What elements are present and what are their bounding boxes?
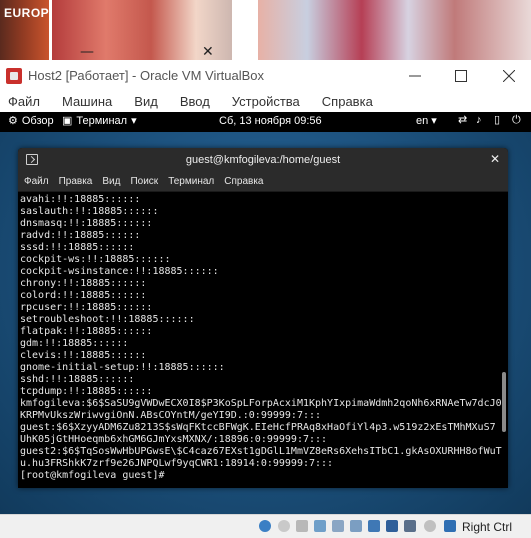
terminal-line: dnsmasq:!!:18885:::::: — [20, 218, 153, 229]
terminal-line: rpcuser:!!:18885:::::: — [20, 302, 153, 313]
app-menu-button[interactable]: ▣ Терминал ▾ — [62, 115, 137, 127]
display-icon[interactable] — [368, 520, 380, 532]
terminal-line: sshd:!!:18885:::::: — [20, 374, 135, 385]
term-menu-terminal[interactable]: Терминал — [168, 176, 214, 187]
term-menu-file[interactable]: Файл — [24, 176, 49, 187]
photo-thumbnail: — ✕ — [52, 0, 232, 60]
menu-file[interactable]: Файл — [8, 94, 40, 109]
recording-icon[interactable] — [386, 520, 398, 532]
thumbnail-caption: EUROPE — [4, 6, 49, 20]
power-icon[interactable]: ⏻ — [512, 115, 521, 126]
terminal-line: setroubleshoot:!!:18885:::::: — [20, 314, 195, 325]
terminal-line: radvd:!!:18885:::::: — [20, 230, 141, 241]
optical-drive-icon[interactable] — [278, 520, 290, 532]
terminal-line: cockpit-ws:!!:18885:::::: — [20, 254, 171, 265]
terminal-line: chrony:!!:18885:::::: — [20, 278, 147, 289]
close-icon[interactable]: ✕ — [202, 44, 214, 60]
terminal-output[interactable]: avahi:!!:18885:::::: saslauth:!!:18885::… — [18, 192, 508, 488]
network-icon[interactable]: ⇄ — [458, 115, 467, 126]
menu-devices[interactable]: Устройства — [232, 94, 300, 109]
close-icon[interactable]: ✕ — [490, 152, 500, 166]
mouse-integration-icon[interactable] — [424, 520, 436, 532]
menu-input[interactable]: Ввод — [180, 94, 210, 109]
audio-icon[interactable] — [296, 520, 308, 532]
gnome-top-bar: ⚙ Обзор ▣ Терминал ▾ Сб, 13 ноября 09:56… — [0, 112, 531, 132]
menu-machine[interactable]: Машина — [62, 94, 112, 109]
terminal-line: guest2:$6$TqSosWwHbUPGwsE\$C4caz67EXst1g… — [20, 446, 502, 457]
terminal-header[interactable]: guest@kmfogileva:/home/guest ✕ — [18, 148, 508, 172]
terminal-line: tcpdump:!!:18885:::::: — [20, 386, 153, 397]
minimize-button[interactable] — [392, 61, 437, 90]
activities-icon: ⚙ — [8, 114, 18, 127]
terminal-prompt[interactable]: [root@kmfogileva guest]# — [20, 470, 508, 482]
terminal-line: sssd:!!:18885:::::: — [20, 242, 135, 253]
vbox-menubar: Файл Машина Вид Ввод Устройства Справка — [0, 90, 531, 112]
close-icon — [502, 69, 515, 82]
terminal-line: saslauth:!!:18885:::::: — [20, 206, 159, 217]
terminal-title: guest@kmfogileva:/home/guest — [185, 154, 341, 166]
guest-screen[interactable]: ⚙ Обзор ▣ Терминал ▾ Сб, 13 ноября 09:56… — [0, 112, 531, 514]
activities-button[interactable]: ⚙ Обзор — [8, 115, 54, 127]
host-key-label: Right Ctrl — [462, 520, 513, 534]
term-menu-search[interactable]: Поиск — [130, 176, 158, 187]
terminal-line: avahi:!!:18885:::::: — [20, 194, 141, 205]
terminal-line: kmfogileva:$6$SaSU9gVWDwECX0I8$P3KoSpLFo… — [20, 398, 502, 409]
lang-label: en — [416, 115, 429, 127]
clock[interactable]: Сб, 13 ноября 09:56 — [219, 115, 322, 127]
window-title: Host2 [Работает] - Oracle VM VirtualBox — [28, 68, 265, 83]
volume-icon[interactable]: ♪ — [476, 115, 482, 126]
chevron-down-icon: ▾ — [431, 114, 437, 127]
maximize-icon — [454, 69, 467, 82]
activities-label: Обзор — [21, 115, 54, 127]
hard-disk-icon[interactable] — [259, 520, 271, 532]
virtualbox-icon — [6, 67, 22, 84]
app-menu-label: Терминал — [76, 115, 128, 127]
input-source-button[interactable]: en ▾ — [416, 115, 437, 127]
terminal-line: flatpak:!!:18885:::::: — [20, 326, 153, 337]
menu-view[interactable]: Вид — [134, 94, 158, 109]
terminal-icon — [26, 154, 38, 165]
terminal-line: KRPMvUkszWriwvgiOnN.ABsCOYntM/geYI9D.:0:… — [20, 410, 322, 421]
terminal-line: gdm:!!:18885:::::: — [20, 338, 129, 349]
terminal-scrollbar[interactable] — [502, 372, 506, 432]
close-button[interactable] — [486, 61, 531, 90]
keyboard-capture-icon[interactable] — [444, 520, 456, 532]
terminal-line: UhK05jGtHHoeqmb6xhGM6GJmYxsMXNX/:18896:0… — [20, 434, 328, 445]
cpu-icon[interactable] — [404, 520, 416, 532]
chevron-down-icon: ▾ — [131, 114, 137, 127]
terminal-line: cockpit-wsinstance:!!:18885:::::: — [20, 266, 219, 277]
minimize-icon — [408, 75, 421, 76]
terminal-menubar: Файл Правка Вид Поиск Терминал Справка — [18, 172, 508, 192]
menu-help[interactable]: Справка — [322, 94, 373, 109]
terminal-icon: ▣ — [62, 114, 73, 127]
shared-folders-icon[interactable] — [350, 520, 362, 532]
photo-thumbnail: EUROPE — [0, 0, 49, 60]
term-menu-view[interactable]: Вид — [102, 176, 120, 187]
network-adapter-icon[interactable] — [314, 520, 326, 532]
maximize-button[interactable] — [438, 61, 483, 90]
host-desktop-strip: EUROPE — ✕ — [0, 0, 531, 60]
terminal-window[interactable]: guest@kmfogileva:/home/guest ✕ Файл Прав… — [18, 148, 508, 488]
term-menu-edit[interactable]: Правка — [59, 176, 93, 187]
terminal-line: colord:!!:18885:::::: — [20, 290, 147, 301]
terminal-line: gnome-initial-setup:!!:18885:::::: — [20, 362, 225, 373]
vbox-status-bar: Right Ctrl — [0, 514, 531, 538]
minimize-icon[interactable]: — — [80, 44, 94, 60]
terminal-line: clevis:!!:18885:::::: — [20, 350, 147, 361]
terminal-line: guest:$6$XzyyADM6Zu8213S$sWqFKtccBFWgK.E… — [20, 422, 496, 433]
term-menu-help[interactable]: Справка — [224, 176, 263, 187]
usb-icon[interactable] — [332, 520, 344, 532]
battery-icon[interactable]: ▯ — [494, 115, 500, 126]
photo-thumbnail — [258, 0, 531, 60]
terminal-line: u.hu3FRShkK7zrf9e26JNPQLwf9yqCWR1:18914:… — [20, 458, 334, 469]
